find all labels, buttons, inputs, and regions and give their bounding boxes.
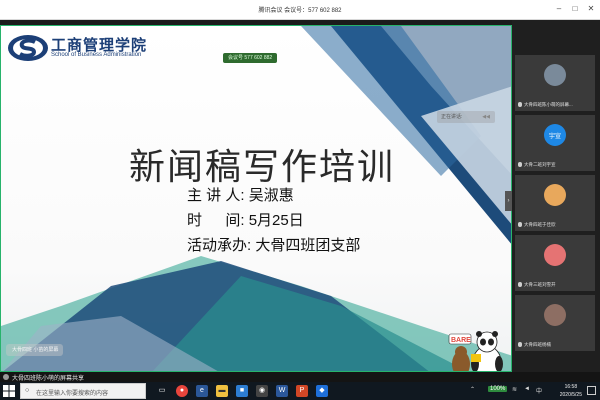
powerpoint-icon[interactable]: P xyxy=(296,385,308,397)
volume-icon[interactable]: ◄ xyxy=(524,386,530,392)
mic-icon xyxy=(518,222,522,228)
info-organizer: 活动承办: 大骨四班团支部 xyxy=(187,234,360,255)
input-language[interactable]: 中 xyxy=(536,386,542,395)
store-icon[interactable]: ■ xyxy=(236,385,248,397)
edge-icon[interactable]: e xyxy=(196,385,208,397)
participant-name: 大骨四班杨楠 xyxy=(518,342,592,348)
mic-icon xyxy=(518,282,522,288)
clock-date: 2020/5/25 xyxy=(559,392,582,398)
tencent-meeting-icon[interactable]: ◆ xyxy=(316,385,328,397)
collapse-panel-button[interactable]: › xyxy=(505,191,512,211)
avatar xyxy=(544,64,566,86)
info-value: 5月25日 xyxy=(248,212,304,229)
info-time: 时 间: 5月25日 xyxy=(187,209,304,230)
meeting-id-badge[interactable]: 会议号 577 602 882 xyxy=(223,53,278,63)
wifi-icon[interactable]: ≋ xyxy=(512,386,517,393)
cartoon-bears-image: BARE xyxy=(448,331,503,371)
mic-icon xyxy=(518,102,522,108)
participant-tile[interactable]: 大骨三班刘雪开 xyxy=(515,235,595,291)
participant-name-text: 大骨三班刘雪开 xyxy=(524,282,556,287)
maximize-icon[interactable]: □ xyxy=(570,3,580,15)
screen-owner-label: 大骨四班 小苗的屏幕 xyxy=(6,344,63,356)
close-icon[interactable]: ✕ xyxy=(586,3,596,15)
info-label: 主 讲 人: xyxy=(187,187,245,204)
info-value: 吴淑惠 xyxy=(248,187,294,204)
participant-tile[interactable]: 大骨四班于佳欣 xyxy=(515,175,595,231)
mic-icon xyxy=(518,342,522,348)
speaking-label: 正在讲话: xyxy=(441,114,463,120)
avatar xyxy=(544,244,566,266)
battery-indicator[interactable]: 100% xyxy=(488,386,508,392)
school-name-en: School of Business Administration xyxy=(51,52,142,58)
search-placeholder: 在这里输入你要搜索的内容 xyxy=(36,391,109,397)
mic-icon xyxy=(518,162,522,168)
chrome-icon[interactable]: ● xyxy=(176,385,188,397)
meeting-window: 腾讯会议 会议号：577 602 882 – □ ✕ 工商管理学院 School… xyxy=(0,0,600,400)
window-controls: – □ ✕ xyxy=(554,3,596,15)
word-icon[interactable]: W xyxy=(276,385,288,397)
share-indicator-icon xyxy=(3,374,9,380)
avatar xyxy=(544,304,566,326)
info-speaker: 主 讲 人: 吴淑惠 xyxy=(187,184,294,205)
audio-wave-icon: ◀◀ xyxy=(482,114,490,120)
taskbar-clock[interactable]: 16:58 2020/5/25 xyxy=(560,383,582,399)
notification-icon[interactable] xyxy=(587,386,596,395)
title-bar: 腾讯会议 会议号：577 602 882 – □ ✕ xyxy=(0,0,600,20)
clock-time: 16:58 xyxy=(564,384,578,390)
avatar xyxy=(544,184,566,206)
participant-name: 大骨四班于佳欣 xyxy=(518,222,592,228)
svg-text:BARE: BARE xyxy=(451,337,471,344)
minimize-icon[interactable]: – xyxy=(554,3,564,15)
speaking-indicator: 正在讲话: ◀◀ xyxy=(437,111,495,123)
windows-start-icon[interactable] xyxy=(3,385,15,397)
participant-name-text: 大骨二班刘宇宣 xyxy=(524,162,556,167)
meeting-title: 腾讯会议 会议号：577 602 882 xyxy=(258,8,342,14)
app-icon[interactable]: ◉ xyxy=(256,385,268,397)
file-explorer-icon[interactable]: ▬ xyxy=(216,385,228,397)
info-label: 活动承办: xyxy=(187,237,252,254)
participant-name-text: 大骨四班杨楠 xyxy=(524,342,551,347)
school-logo-icon xyxy=(8,35,48,61)
shared-screen: 工商管理学院 School of Business Administration… xyxy=(0,25,512,372)
screen-share-bar: 大骨四班陈小萌的屏幕共享 xyxy=(0,372,600,382)
taskbar: ○ 在这里输入你要搜索的内容 ▭ ● e ▬ ■ ◉ W P ◆ ⌃ 100% … xyxy=(0,382,600,400)
search-icon: ○ xyxy=(25,387,30,394)
participant-tile[interactable]: 宇宣 大骨二班刘宇宣 xyxy=(515,115,595,171)
task-view-icon[interactable]: ▭ xyxy=(156,385,168,397)
info-label: 时 间: xyxy=(187,212,245,229)
participant-tile[interactable]: 大骨四班杨楠 xyxy=(515,295,595,351)
participant-name-text: 大骨四班于佳欣 xyxy=(524,222,556,227)
participant-tile[interactable]: 大骨四班陈小萌的屏幕... xyxy=(515,55,595,111)
participant-name-text: 大骨四班陈小萌的屏幕... xyxy=(524,102,573,107)
slide-title: 新闻稿写作培训 xyxy=(129,147,396,188)
participant-name: 大骨三班刘雪开 xyxy=(518,282,592,288)
tray-expand-icon[interactable]: ⌃ xyxy=(470,386,475,393)
participant-name: 大骨四班陈小萌的屏幕... xyxy=(518,102,592,108)
taskbar-search-box[interactable]: ○ 在这里输入你要搜索的内容 xyxy=(20,383,146,399)
participant-name: 大骨二班刘宇宣 xyxy=(518,162,592,168)
avatar: 宇宣 xyxy=(544,124,566,146)
info-value: 大骨四班团支部 xyxy=(255,237,361,254)
screen-share-text: 大骨四班陈小萌的屏幕共享 xyxy=(12,376,85,382)
